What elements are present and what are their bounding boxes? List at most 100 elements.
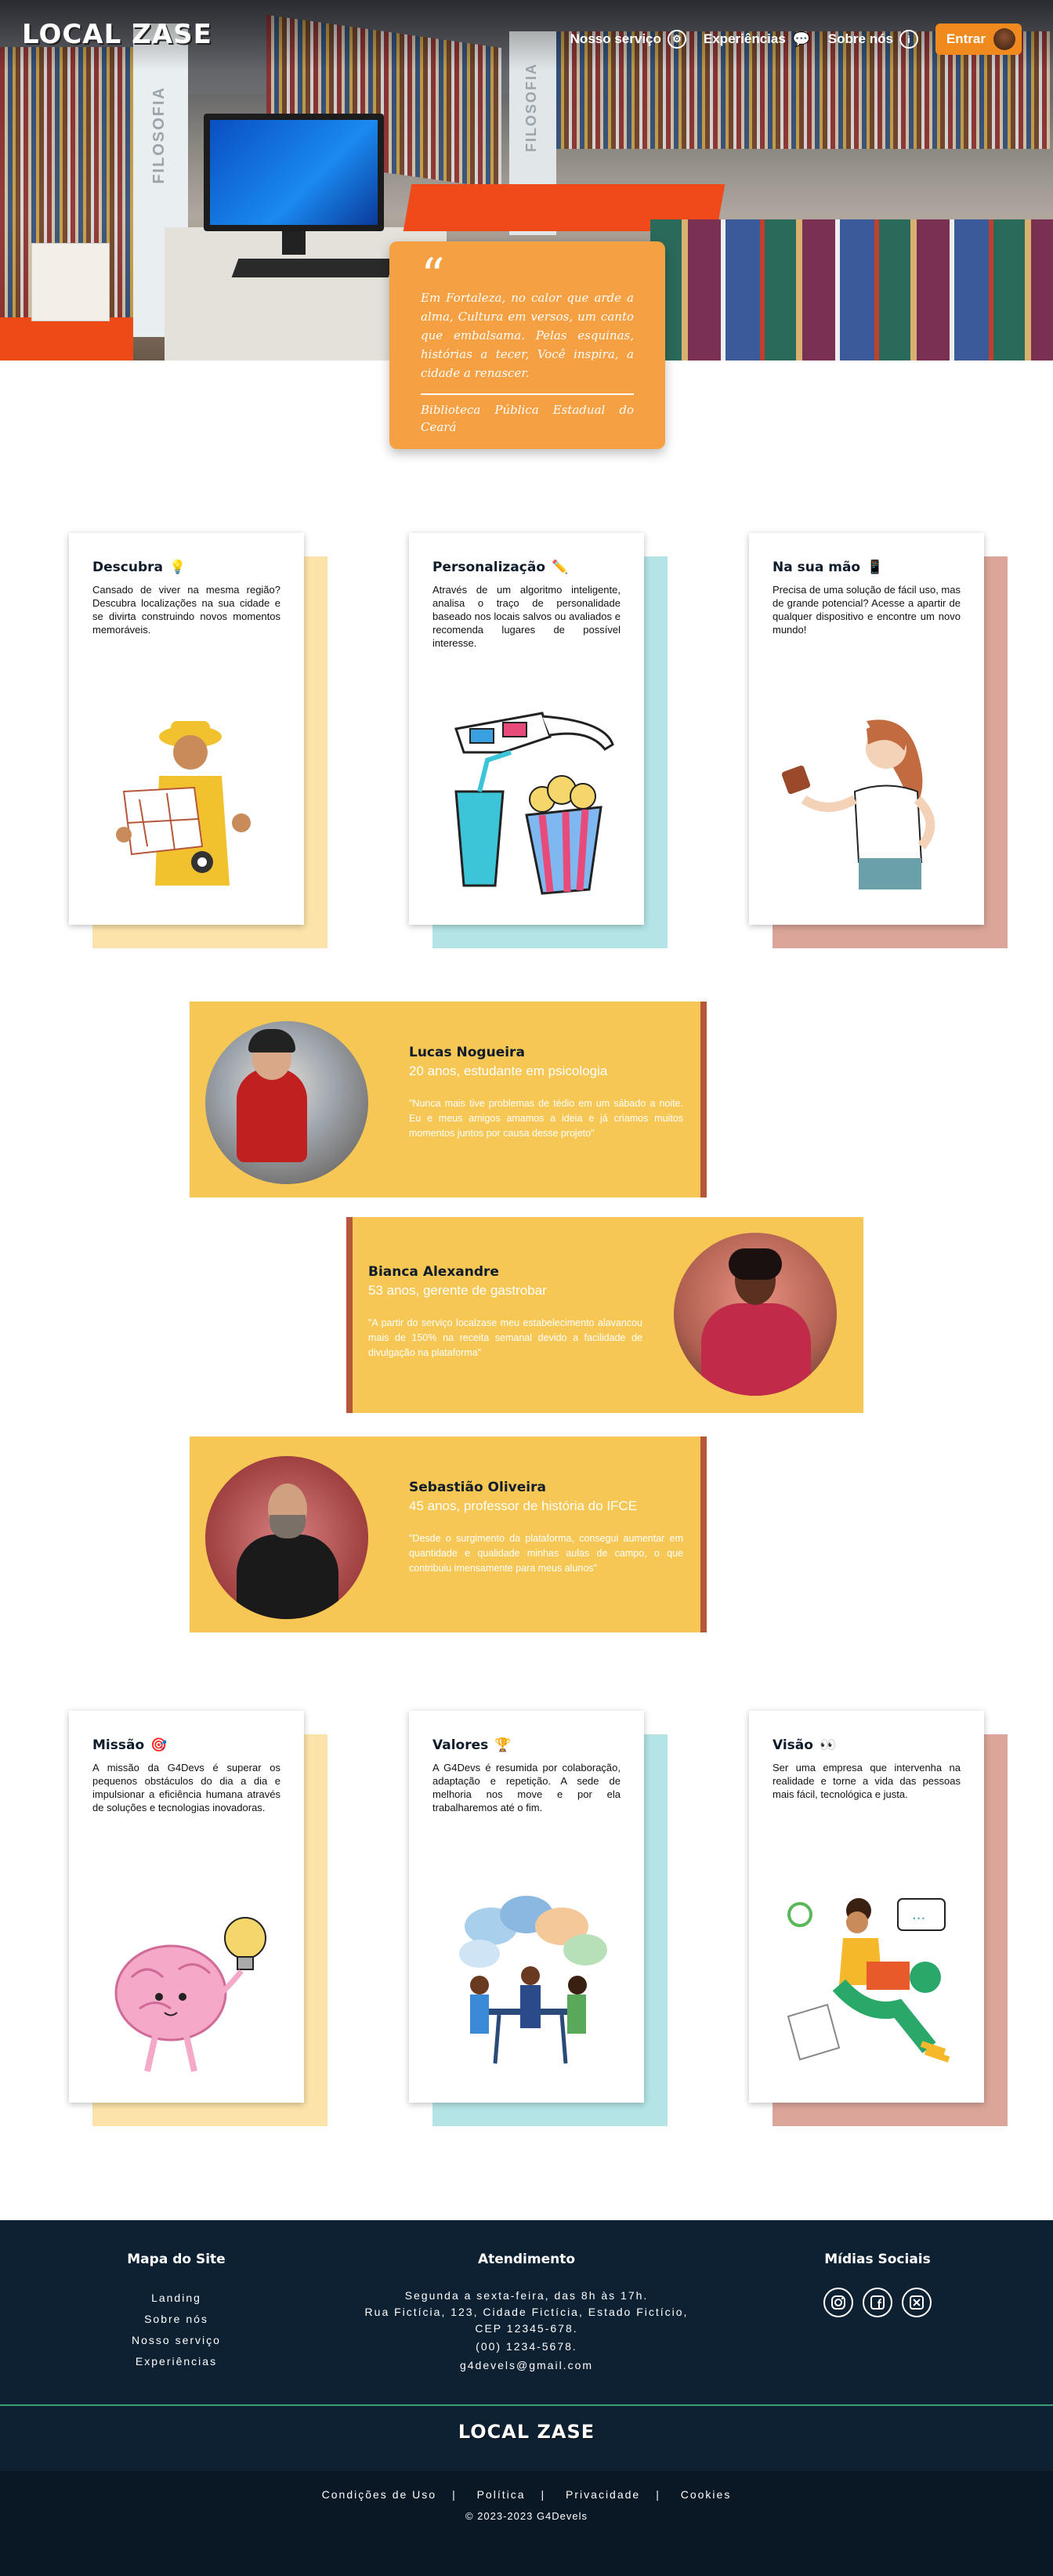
chat-icon: 💬 — [792, 31, 810, 47]
card-body: Personalização ✏️ Através de um algoritmo… — [409, 533, 644, 925]
legal-link-cookies[interactable]: Cookies — [681, 2488, 732, 2501]
value-card-missao: Missão 🎯 A missão da G4Devs é superar os … — [69, 1711, 327, 2126]
footer-zip: CEP 12345-678. — [475, 2322, 578, 2335]
x-icon[interactable] — [902, 2288, 932, 2317]
quote-icon: “ — [421, 248, 445, 303]
brain-illustration — [114, 1917, 266, 2072]
login-label: Entrar — [946, 31, 986, 46]
paper-sign — [31, 243, 110, 321]
separator: | — [541, 2488, 546, 2501]
trophy-icon: 🏆 — [494, 1737, 512, 1753]
card-title: Personalização — [432, 560, 545, 575]
card-body: Valores 🏆 A G4Devs é resumida por colabor… — [409, 1711, 644, 2103]
testimonial-message: "Desde o surgimento da plataforma, conse… — [409, 1533, 683, 1574]
testimonial-message: "A partir do serviço localzase meu estab… — [368, 1317, 642, 1358]
footer: Mapa do Site Landing Sobre nós Nosso ser… — [0, 2220, 1053, 2576]
feature-card-descubra: Descubra 💡 Cansado de viver na mesma regi… — [69, 533, 327, 948]
social-icons — [807, 2288, 948, 2317]
footer-address: Rua Fictícia, 123, Cidade Fictícia, Esta… — [364, 2306, 689, 2318]
nav-link-sobre[interactable]: Sobre nós i — [828, 30, 918, 49]
value-card-valores: Valores 🏆 A G4Devs é resumida por colabor… — [409, 1711, 668, 2126]
lightbulb-icon: 💡 — [168, 560, 186, 575]
footer-sitemap: Mapa do Site Landing Sobre nós Nosso ser… — [118, 2252, 235, 2372]
card-title: Valores — [432, 1737, 489, 1753]
testimonial-message: "Nunca mais tive problemas de tédio em u… — [409, 1098, 683, 1139]
testimonial-name: Bianca Alexandre — [368, 1264, 499, 1280]
eyes-icon: 👀 — [819, 1737, 837, 1753]
testimonial-content: Bianca Alexandre 53 anos, gerente de gas… — [368, 1264, 642, 1360]
testimonial-role: 53 anos, gerente de gastrobar — [368, 1283, 547, 1298]
testimonial-card: Bianca Alexandre 53 anos, gerente de gas… — [346, 1217, 863, 1413]
pencil-icon: ✏️ — [552, 560, 569, 575]
avatar — [205, 1021, 368, 1184]
nav-link-label: Nosso serviço — [570, 31, 661, 46]
card-text: Ser uma empresa que intervenha na realid… — [773, 1762, 961, 1800]
target-icon: 🎯 — [150, 1737, 168, 1753]
feature-card-personalizacao: Personalização ✏️ Através de um algoritmo… — [409, 533, 668, 948]
testimonial-card: Sebastião Oliveira 45 anos, professor de… — [190, 1437, 707, 1632]
avatar — [993, 28, 1015, 50]
legal-links: Condições de Uso | Política | Privacidade |… — [0, 2488, 1053, 2501]
card-text: A missão da G4Devs é superar os pequenos… — [92, 1762, 280, 1813]
footer-link[interactable]: Landing — [118, 2288, 235, 2309]
card-text: Cansado de viver na mesma região? Descub… — [92, 584, 280, 636]
separator: | — [656, 2488, 660, 2501]
instagram-icon[interactable] — [823, 2288, 853, 2317]
footer-logo[interactable]: LOCAL ZASE — [0, 2421, 1053, 2443]
keyboard — [231, 259, 396, 277]
card-body: Descubra 💡 Cansado de viver na mesma regi… — [69, 533, 304, 925]
feature-card-mao: Na sua mão 📱 Precisa de uma solução de fá… — [749, 533, 1008, 948]
footer-link[interactable]: Sobre nós — [118, 2309, 235, 2330]
testimonial-name: Sebastião Oliveira — [409, 1480, 546, 1495]
woman-illustration — [781, 719, 935, 889]
gear-icon: ⚙ — [667, 30, 686, 49]
testimonial-card: Lucas Nogueira 20 anos, estudante em psi… — [190, 1002, 707, 1197]
footer-divider — [0, 2404, 1053, 2406]
divider — [421, 393, 634, 395]
card-title: Descubra — [92, 560, 163, 575]
footer-heading: Mapa do Site — [127, 2252, 226, 2267]
login-button[interactable]: Entrar — [935, 24, 1022, 55]
card-body: Na sua mão 📱 Precisa de uma solução de fá… — [749, 533, 984, 925]
footer-social: Mídias Sociais — [807, 2252, 948, 2317]
card-title: Missão — [92, 1737, 145, 1753]
svg-text:...: ... — [912, 1907, 925, 1923]
footer-contact: Atendimento Segunda a sexta-feira, das 8… — [331, 2252, 722, 2375]
card-text: Precisa de uma solução de fácil uso, mas… — [773, 584, 961, 636]
shelf-sign: FILOSOFIA — [523, 63, 539, 152]
card-title: Visão — [773, 1737, 813, 1753]
monitor — [204, 114, 384, 231]
card-body: Visão 👀 Ser uma empresa que intervenha na… — [749, 1711, 984, 2103]
footer-bottom: Condições de Uso | Política | Privacidade |… — [0, 2471, 1053, 2576]
tourist-illustration — [116, 721, 251, 886]
info-icon: i — [899, 30, 918, 49]
testimonial-role: 20 anos, estudante em psicologia — [409, 1063, 608, 1078]
quote-text: Em Fortaleza, no calor que arde a alma, … — [421, 291, 634, 380]
legal-link-terms[interactable]: Condições de Uso — [322, 2488, 436, 2501]
testimonial-name: Lucas Nogueira — [409, 1045, 525, 1060]
facebook-icon[interactable] — [863, 2288, 892, 2317]
quote-source: Biblioteca Pública Estadual do Ceará — [421, 403, 634, 434]
top-navbar: LOCAL ZASE Nosso serviço ⚙ Experiências … — [0, 0, 1053, 71]
shelf-sign: FILOSOFIA — [150, 86, 168, 184]
testimonial-role: 45 anos, professor de história do IFCE — [409, 1498, 638, 1513]
footer-link[interactable]: Nosso serviço — [118, 2330, 235, 2351]
card-title: Na sua mão — [773, 560, 861, 575]
legal-link-privacy[interactable]: Privacidade — [566, 2488, 640, 2501]
footer-hours: Segunda a sexta-feira, das 8h às 17h. — [404, 2289, 649, 2302]
testimonial-content: Sebastião Oliveira 45 anos, professor de… — [409, 1480, 683, 1576]
avatar — [674, 1233, 837, 1396]
nav-link-servico[interactable]: Nosso serviço ⚙ — [570, 30, 686, 49]
logo[interactable]: LOCAL ZASE — [22, 19, 212, 50]
nav-link-experiencias[interactable]: Experiências 💬 — [704, 30, 811, 49]
footer-email[interactable]: g4devels@gmail.com — [331, 2356, 722, 2375]
laptop-person-illustration: ... — [787, 1898, 950, 2063]
footer-heading: Mídias Sociais — [824, 2252, 931, 2267]
footer-phone: (00) 1234-5678. — [476, 2340, 577, 2353]
nav-link-label: Experiências — [703, 31, 786, 46]
footer-link[interactable]: Experiências — [118, 2351, 235, 2372]
footer-heading: Atendimento — [477, 2252, 576, 2267]
legal-link-policy[interactable]: Política — [477, 2488, 526, 2501]
card-body: Missão 🎯 A missão da G4Devs é superar os … — [69, 1711, 304, 2103]
value-card-visao: Visão 👀 Ser uma empresa que intervenha na… — [749, 1711, 1008, 2126]
